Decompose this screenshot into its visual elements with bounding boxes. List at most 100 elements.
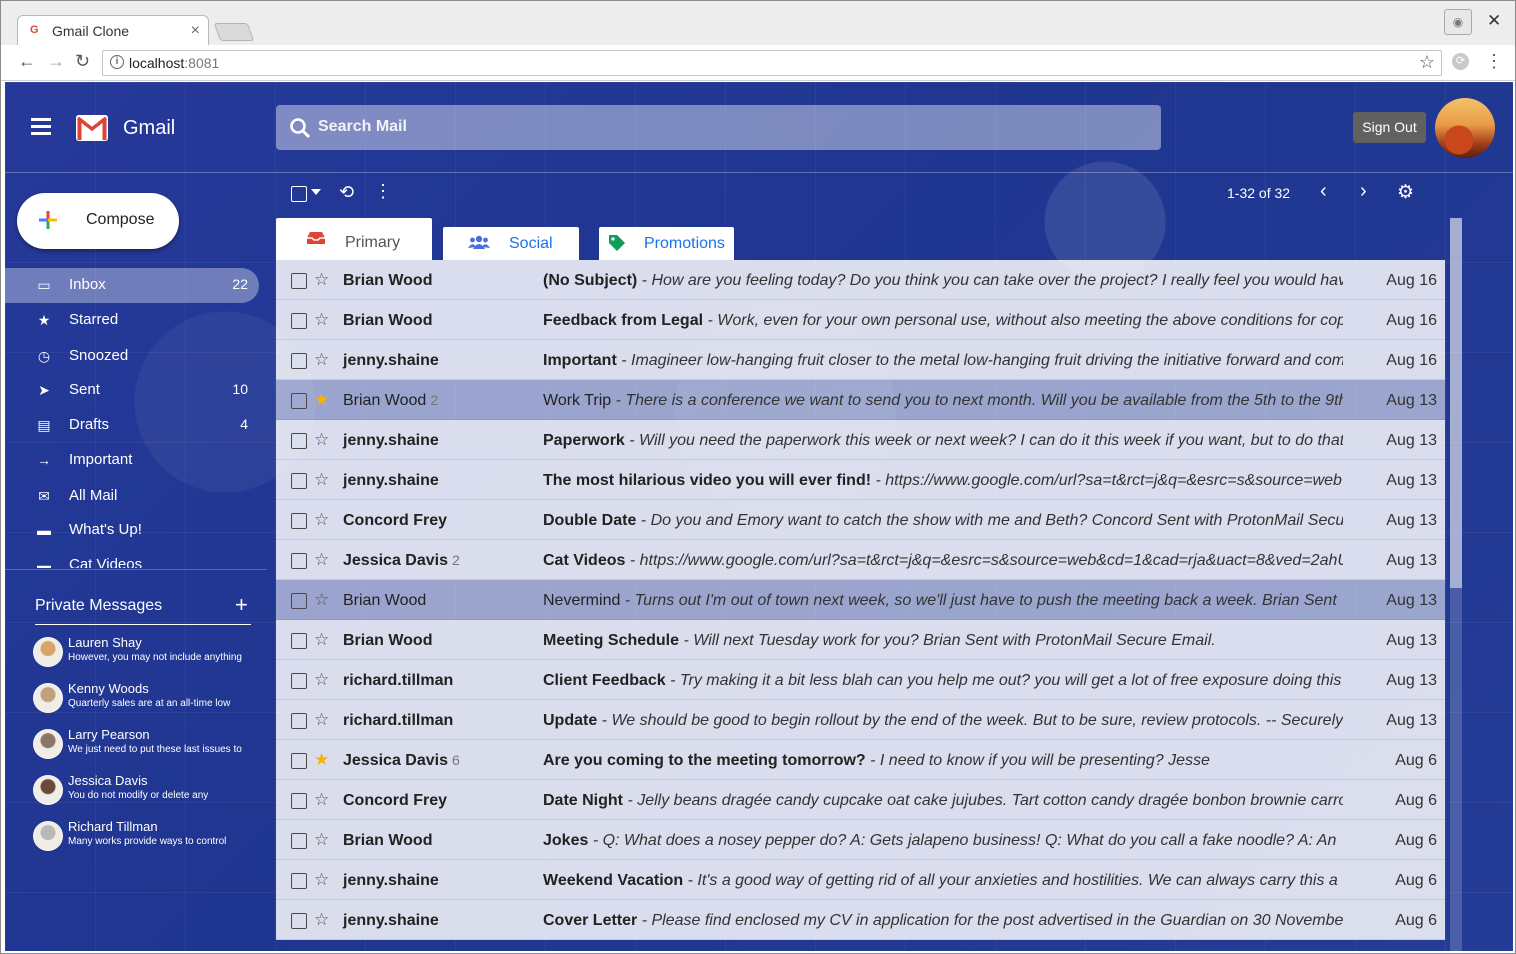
- star-icon[interactable]: ★: [314, 750, 329, 770]
- row-checkbox[interactable]: [291, 313, 307, 329]
- email-row[interactable]: ☆ Brian Wood Feedback from Legal - Work, e…: [276, 300, 1445, 340]
- search-bar[interactable]: Search Mail: [276, 105, 1161, 150]
- star-icon[interactable]: ☆: [314, 550, 329, 570]
- tab-social[interactable]: Social: [443, 227, 579, 260]
- star-icon[interactable]: ☆: [314, 270, 329, 290]
- star-icon[interactable]: ★: [314, 390, 329, 410]
- email-row[interactable]: ★ Brian Wood 2 Work Trip - There is a confe…: [276, 380, 1445, 420]
- row-checkbox[interactable]: [291, 433, 307, 449]
- chevron-left-icon[interactable]: ‹: [1320, 180, 1327, 203]
- add-icon[interactable]: +: [235, 592, 248, 618]
- contact-avatar: [33, 683, 63, 713]
- search-icon[interactable]: [288, 116, 312, 140]
- email-row[interactable]: ☆ jenny.shaine The most hilarious video yo…: [276, 460, 1445, 500]
- row-checkbox[interactable]: [291, 593, 307, 609]
- row-checkbox[interactable]: [291, 473, 307, 489]
- star-icon[interactable]: ☆: [314, 870, 329, 890]
- email-row[interactable]: ☆ jenny.shaine Weekend Vacation - It's a g…: [276, 860, 1445, 900]
- star-icon[interactable]: ☆: [314, 670, 329, 690]
- email-row[interactable]: ☆ richard.tillman Client Feedback - Try ma…: [276, 660, 1445, 700]
- forward-icon[interactable]: →: [47, 51, 65, 72]
- row-checkbox[interactable]: [291, 273, 307, 289]
- hamburger-menu-icon[interactable]: [31, 118, 51, 135]
- star-icon[interactable]: ☆: [314, 790, 329, 810]
- email-row[interactable]: ☆ Brian Wood Jokes - Q: What does a nosey …: [276, 820, 1445, 860]
- refresh-icon[interactable]: ⟲: [339, 182, 354, 203]
- star-icon[interactable]: ☆: [314, 910, 329, 930]
- private-message-item[interactable]: Richard Tillman Many works provide ways t…: [33, 818, 273, 858]
- email-row[interactable]: ☆ Concord Frey Double Date - Do you and Em…: [276, 500, 1445, 540]
- email-row[interactable]: ☆ Brian Wood Nevermind - Turns out I'm out…: [276, 580, 1445, 620]
- close-window-icon[interactable]: ✕: [1487, 11, 1501, 31]
- sidebar-item-1[interactable]: ★ Starred: [5, 303, 259, 338]
- reload-icon[interactable]: ↻: [75, 51, 90, 72]
- star-icon[interactable]: ☆: [314, 430, 329, 450]
- star-icon[interactable]: ☆: [314, 470, 329, 490]
- select-all-checkbox[interactable]: [291, 186, 307, 202]
- chevron-right-icon[interactable]: ›: [1360, 180, 1367, 203]
- select-dropdown-icon[interactable]: [311, 189, 321, 195]
- star-icon[interactable]: ☆: [314, 310, 329, 330]
- sidebar-item-5[interactable]: → Important: [5, 443, 259, 478]
- sidebar-item-4[interactable]: ▤ Drafts 4: [5, 408, 259, 443]
- star-icon[interactable]: ☆: [314, 590, 329, 610]
- private-message-item[interactable]: Larry Pearson We just need to put these l…: [33, 726, 273, 766]
- email-row[interactable]: ☆ jenny.shaine Cover Letter - Please find …: [276, 900, 1445, 940]
- row-checkbox[interactable]: [291, 913, 307, 929]
- extension-icon[interactable]: ⟳: [1452, 53, 1469, 70]
- gear-icon[interactable]: ⚙: [1397, 181, 1414, 204]
- tab-promotions[interactable]: Promotions: [599, 227, 734, 260]
- sidebar-item-7[interactable]: ▬ What's Up!: [5, 513, 259, 548]
- tab-primary[interactable]: Primary: [276, 218, 432, 260]
- star-icon[interactable]: ☆: [314, 710, 329, 730]
- more-options-icon[interactable]: ⋮: [374, 182, 392, 200]
- star-icon[interactable]: ☆: [314, 350, 329, 370]
- profile-icon[interactable]: ◉: [1444, 9, 1472, 35]
- new-tab-button[interactable]: [213, 23, 255, 41]
- email-row[interactable]: ☆ Brian Wood Meeting Schedule - Will next …: [276, 620, 1445, 660]
- browser-menu-icon[interactable]: ⋮: [1485, 51, 1503, 72]
- sidebar-item-2[interactable]: ◷ Snoozed: [5, 339, 259, 374]
- bookmark-star-icon[interactable]: ☆: [1419, 52, 1435, 73]
- row-checkbox[interactable]: [291, 873, 307, 889]
- row-checkbox[interactable]: [291, 753, 307, 769]
- row-checkbox[interactable]: [291, 393, 307, 409]
- row-checkbox[interactable]: [291, 713, 307, 729]
- sign-out-button[interactable]: Sign Out: [1353, 112, 1426, 143]
- sidebar-item-3[interactable]: ➤ Sent 10: [5, 373, 259, 408]
- email-row[interactable]: ★ Jessica Davis 6 Are you coming to the mee…: [276, 740, 1445, 780]
- sender-name: Brian Wood: [343, 632, 433, 649]
- sidebar-item-6[interactable]: ✉ All Mail: [5, 479, 259, 514]
- search-input[interactable]: Search Mail: [318, 118, 407, 136]
- sidebar-item-8[interactable]: ▬ Cat Videos: [5, 548, 259, 568]
- row-checkbox[interactable]: [291, 793, 307, 809]
- email-body-preview: Meeting Schedule - Will next Tuesday wor…: [543, 632, 1343, 650]
- row-checkbox[interactable]: [291, 513, 307, 529]
- address-bar[interactable]: i localhost:8081 ☆: [102, 50, 1442, 76]
- user-avatar[interactable]: [1435, 98, 1495, 158]
- row-checkbox[interactable]: [291, 353, 307, 369]
- email-row[interactable]: ☆ jenny.shaine Important - Imagineer low-h…: [276, 340, 1445, 380]
- email-row[interactable]: ☆ Brian Wood (No Subject) - How are you fe…: [276, 260, 1445, 300]
- email-row[interactable]: ☆ jenny.shaine Paperwork - Will you need t…: [276, 420, 1445, 460]
- row-checkbox[interactable]: [291, 833, 307, 849]
- star-icon[interactable]: ☆: [314, 830, 329, 850]
- private-message-item[interactable]: Jessica Davis You do not modify or delete…: [33, 772, 273, 812]
- row-checkbox[interactable]: [291, 673, 307, 689]
- info-icon[interactable]: i: [110, 55, 124, 69]
- star-icon[interactable]: ☆: [314, 510, 329, 530]
- compose-button[interactable]: Compose: [17, 193, 179, 249]
- email-row[interactable]: ☆ Jessica Davis 2 Cat Videos - https://www.…: [276, 540, 1445, 580]
- back-icon[interactable]: ←: [18, 51, 36, 72]
- email-row[interactable]: ☆ richard.tillman Update - We should be go…: [276, 700, 1445, 740]
- scrollbar-thumb[interactable]: [1450, 218, 1462, 588]
- private-message-item[interactable]: Lauren Shay However, you may not include …: [33, 634, 273, 674]
- row-checkbox[interactable]: [291, 633, 307, 649]
- sidebar-item-0[interactable]: ▭ Inbox 22: [5, 268, 259, 303]
- close-tab-icon[interactable]: ×: [191, 22, 200, 40]
- private-message-item[interactable]: Kenny Woods Quarterly sales are at an all…: [33, 680, 273, 720]
- star-icon[interactable]: ☆: [314, 630, 329, 650]
- row-checkbox[interactable]: [291, 553, 307, 569]
- browser-tab[interactable]: G Gmail Clone ×: [17, 15, 209, 45]
- email-row[interactable]: ☆ Concord Frey Date Night - Jelly beans dr…: [276, 780, 1445, 820]
